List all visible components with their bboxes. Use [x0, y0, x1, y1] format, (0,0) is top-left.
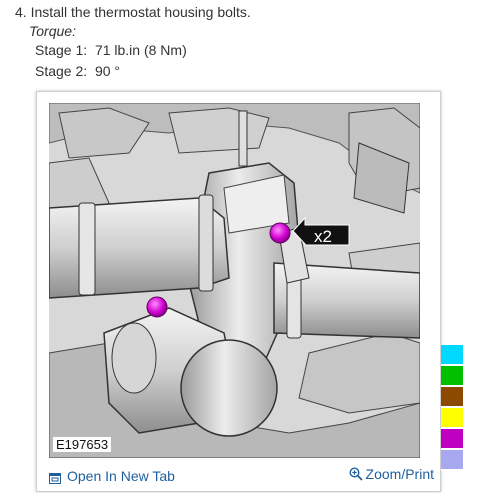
zoom-print-label: Zoom/Print	[365, 466, 434, 482]
stage-1-label: Stage 1:	[35, 42, 88, 58]
torque-stage-2: Stage 2: 90 °	[35, 63, 120, 79]
color-legend-swatch	[441, 387, 463, 408]
open-in-new-tab-link[interactable]: Open In New Tab	[49, 468, 175, 484]
open-in-new-tab-icon	[49, 471, 61, 484]
bolt-count-callout: x2	[314, 227, 332, 246]
step-heading: 4. Install the thermostat housing bolts.	[15, 4, 251, 20]
stage-2-label: Stage 2:	[35, 63, 88, 79]
figure-container: x2 E197653 Open In New Tab Zoom/Print	[36, 91, 441, 492]
color-legend-swatch	[441, 345, 463, 366]
stage-2-value: 90 °	[94, 63, 120, 79]
figure-toolbar: Open In New Tab Zoom/Print	[49, 460, 434, 484]
torque-label-colon: :	[72, 23, 76, 39]
stage-1-value: 71 lb.in (8 Nm)	[94, 42, 187, 58]
engine-drawing: x2	[49, 103, 420, 458]
color-legend-swatch	[441, 450, 463, 471]
torque-label-text: Torque	[29, 23, 73, 39]
torque-stage-1: Stage 1: 71 lb.in (8 Nm)	[35, 42, 187, 58]
color-legend-swatch	[441, 408, 463, 429]
zoom-print-link[interactable]: Zoom/Print	[349, 466, 434, 482]
torque-label: Torque:	[29, 23, 76, 39]
magnifier-plus-icon	[349, 467, 363, 481]
figure-reference-id: E197653	[53, 437, 112, 452]
thermostat-housing-illustration[interactable]: x2 E197653	[49, 103, 420, 458]
color-legend-swatch	[441, 366, 463, 387]
open-in-new-tab-label: Open In New Tab	[67, 468, 175, 484]
color-legend	[441, 345, 463, 471]
color-legend-swatch	[441, 429, 463, 450]
